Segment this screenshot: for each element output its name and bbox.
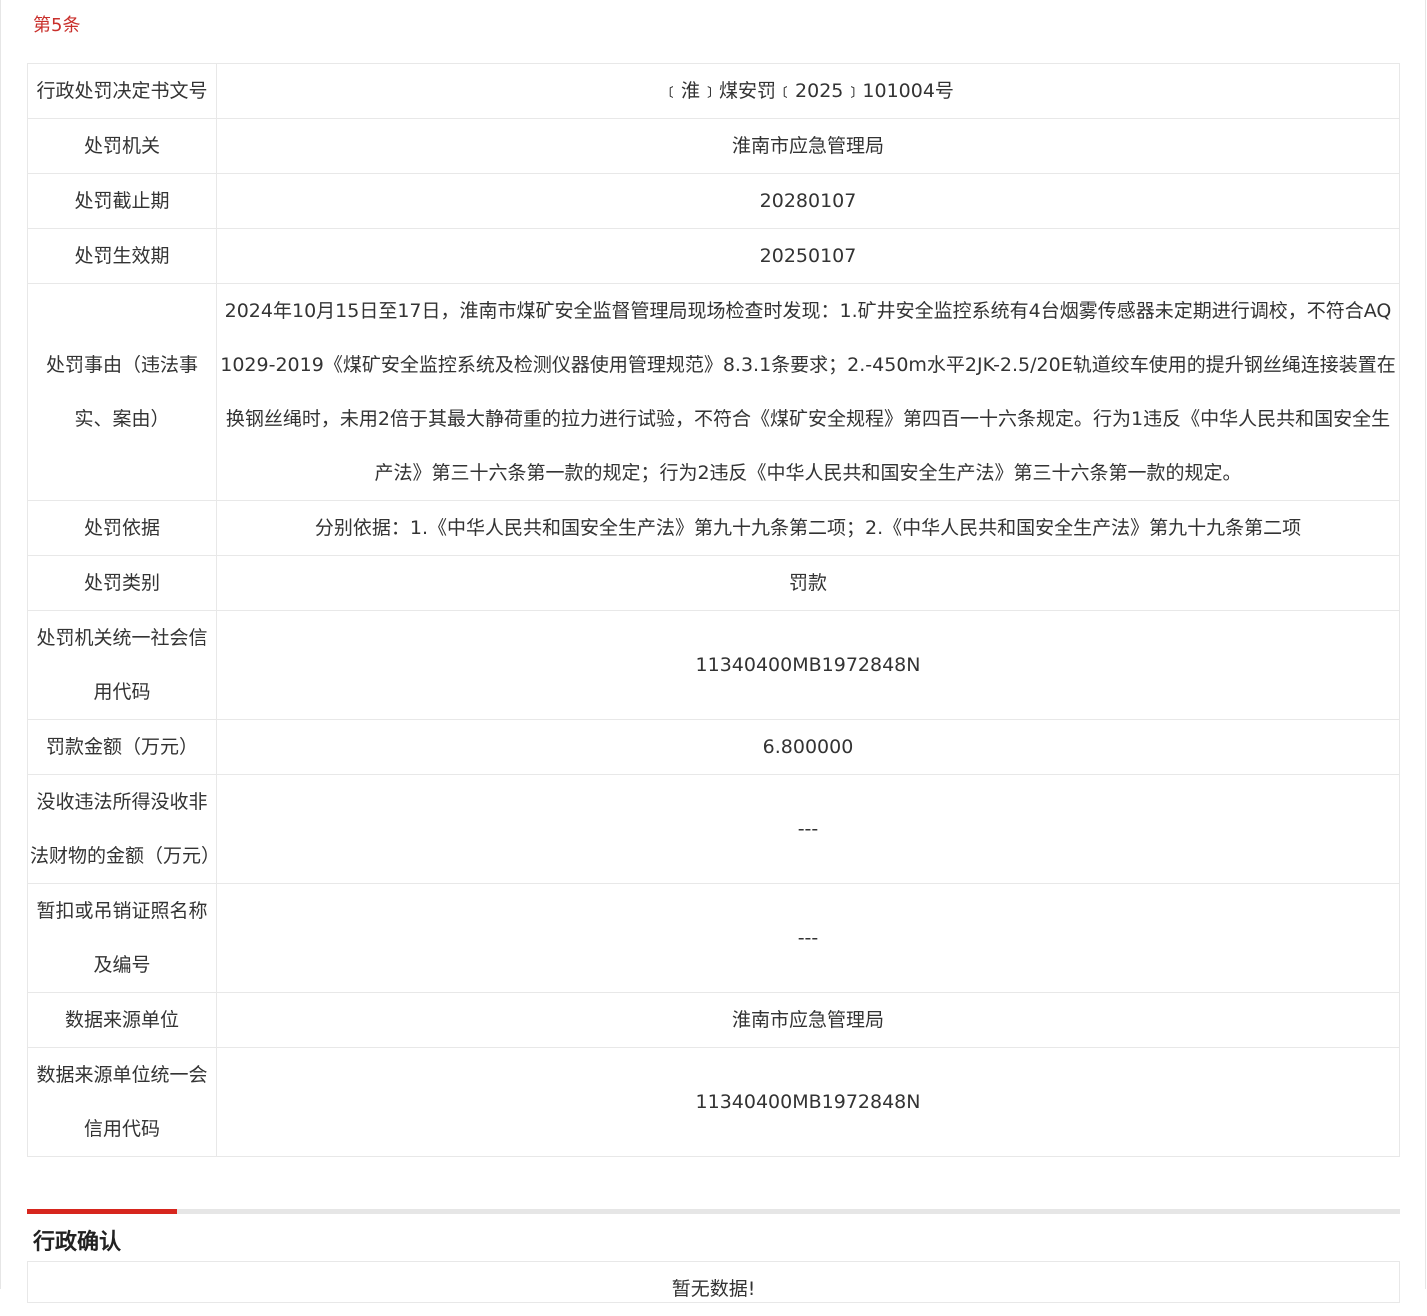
row-value: 淮南市应急管理局 (216, 118, 1400, 174)
row-label: 处罚类别 (27, 555, 217, 611)
table-row: 处罚依据 分别依据：1.《中华人民共和国安全生产法》第九十九条第二项；2.《中华… (27, 500, 1400, 556)
row-label: 数据来源单位统一会信用代码 (27, 1047, 217, 1157)
row-label: 暂扣或吊销证照名称及编号 (27, 883, 217, 993)
table-row: 数据来源单位 淮南市应急管理局 (27, 992, 1400, 1048)
page-border-right (1425, 0, 1426, 1289)
page-border-left (0, 0, 1, 1289)
table-row: 处罚事由（违法事实、案由） 2024年10月15日至17日，淮南市煤矿安全监督管… (27, 283, 1400, 501)
table-row: 暂扣或吊销证照名称及编号 --- (27, 883, 1400, 993)
table-row: 数据来源单位统一会信用代码 11340400MB1972848N (27, 1047, 1400, 1157)
row-value: 分别依据：1.《中华人民共和国安全生产法》第九十九条第二项；2.《中华人民共和国… (216, 500, 1400, 556)
row-value: --- (216, 774, 1400, 884)
row-value: ﹝淮﹞煤安罚﹝2025﹞101004号 (216, 63, 1400, 119)
row-label: 处罚机关 (27, 118, 217, 174)
row-value: --- (216, 883, 1400, 993)
record-index-label: 第5条 (33, 15, 81, 36)
row-label: 处罚依据 (27, 500, 217, 556)
row-label: 行政处罚决定书文号 (27, 63, 217, 119)
row-label: 数据来源单位 (27, 992, 217, 1048)
row-value: 20250107 (216, 228, 1400, 284)
table-row: 罚款金额（万元） 6.800000 (27, 719, 1400, 775)
row-label: 罚款金额（万元） (27, 719, 217, 775)
row-value: 20280107 (216, 173, 1400, 229)
row-value: 罚款 (216, 555, 1400, 611)
empty-state: 暂无数据! (27, 1261, 1400, 1303)
row-value: 6.800000 (216, 719, 1400, 775)
table-row: 处罚生效期 20250107 (27, 228, 1400, 284)
section-divider (27, 1209, 1400, 1214)
row-label: 处罚机关统一社会信用代码 (27, 610, 217, 720)
row-label: 处罚生效期 (27, 228, 217, 284)
row-value: 2024年10月15日至17日，淮南市煤矿安全监督管理局现场检查时发现：1.矿井… (216, 283, 1400, 501)
table-row: 没收违法所得没收非法财物的金额（万元） --- (27, 774, 1400, 884)
row-label: 没收违法所得没收非法财物的金额（万元） (27, 774, 220, 884)
row-value: 11340400MB1972848N (216, 1047, 1400, 1157)
table-row: 处罚机关 淮南市应急管理局 (27, 118, 1400, 174)
empty-state-text: 暂无数据! (671, 1278, 756, 1300)
table-row: 处罚类别 罚款 (27, 555, 1400, 611)
table-row: 行政处罚决定书文号 ﹝淮﹞煤安罚﹝2025﹞101004号 (27, 63, 1400, 119)
row-label: 处罚截止期 (27, 173, 217, 229)
penalty-record-table: 行政处罚决定书文号 ﹝淮﹞煤安罚﹝2025﹞101004号 处罚机关 淮南市应急… (27, 63, 1400, 1157)
row-value: 11340400MB1972848N (216, 610, 1400, 720)
section-divider-accent (27, 1209, 177, 1214)
row-value: 淮南市应急管理局 (216, 992, 1400, 1048)
table-row: 处罚机关统一社会信用代码 11340400MB1972848N (27, 610, 1400, 720)
section-title: 行政确认 (33, 1230, 122, 1255)
row-label: 处罚事由（违法事实、案由） (27, 283, 217, 501)
table-row: 处罚截止期 20280107 (27, 173, 1400, 229)
